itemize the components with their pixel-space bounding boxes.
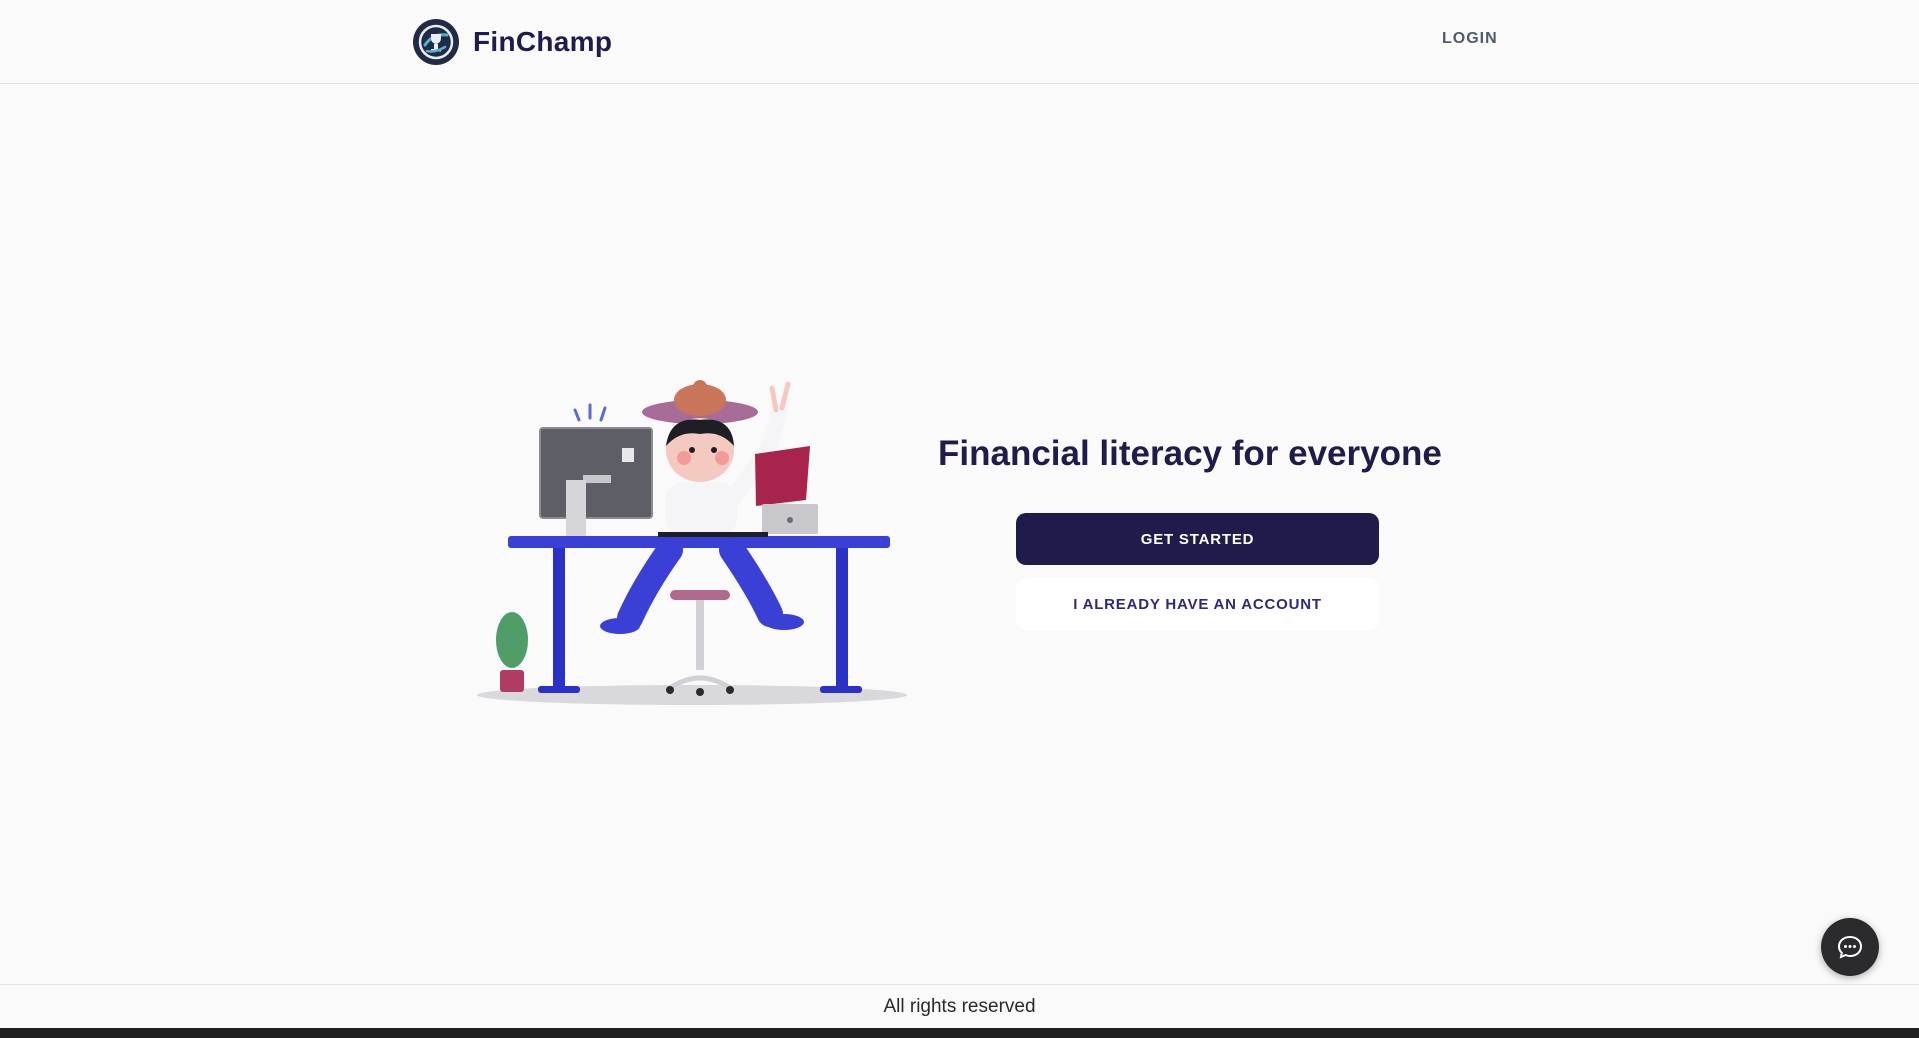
landing-page: FinChamp LOGIN Financial literacy for ev… (0, 0, 1919, 1038)
finchamp-logo-icon (413, 19, 459, 65)
bottom-bar (0, 1028, 1919, 1038)
chat-bubble-icon (1837, 935, 1863, 959)
have-account-button[interactable]: I ALREADY HAVE AN ACCOUNT (1016, 578, 1379, 630)
get-started-button[interactable]: GET STARTED (1016, 513, 1379, 565)
hero-headline: Financial literacy for everyone (938, 434, 1442, 473)
brand[interactable]: FinChamp (413, 19, 612, 65)
chat-button[interactable] (1821, 918, 1879, 976)
login-link[interactable]: LOGIN (1442, 30, 1498, 48)
footer-text: All rights reserved (883, 995, 1036, 1017)
top-nav: FinChamp LOGIN (0, 0, 1919, 84)
page-footer: All rights reserved (0, 984, 1919, 1028)
brand-name: FinChamp (473, 26, 613, 57)
hero-illustration (470, 350, 910, 720)
